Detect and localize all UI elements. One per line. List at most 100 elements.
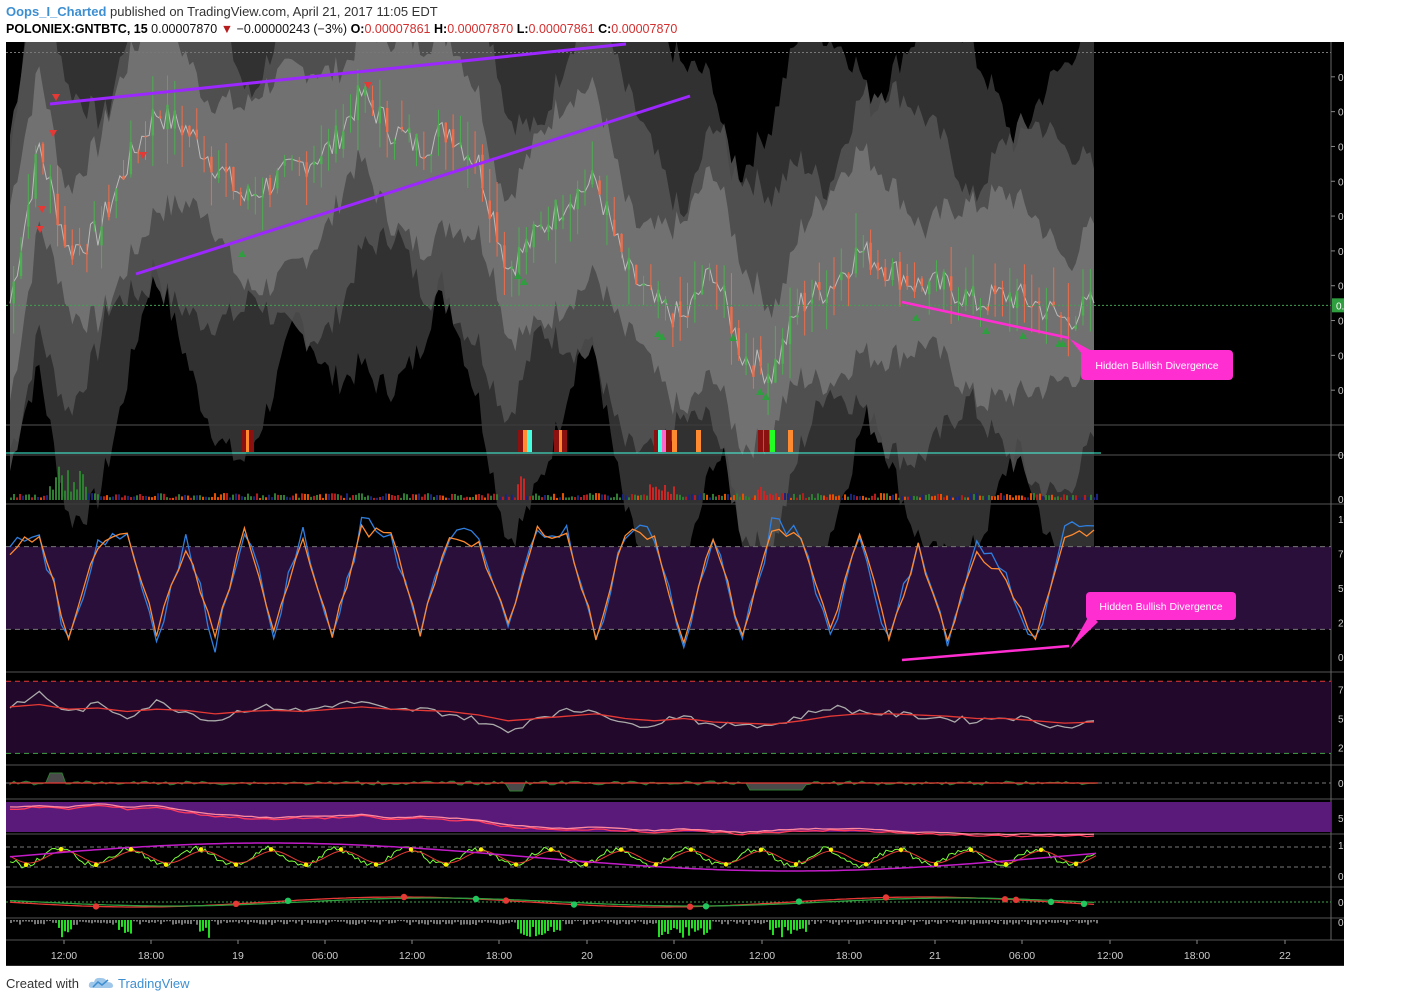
candle bbox=[422, 156, 426, 159]
volume-bar bbox=[376, 497, 378, 500]
histogram-bar bbox=[493, 920, 495, 924]
volume-bar bbox=[622, 494, 624, 500]
volume-bar bbox=[307, 494, 309, 500]
volume-bar bbox=[721, 495, 723, 500]
histogram-bar bbox=[904, 920, 906, 924]
histogram-bar bbox=[838, 920, 840, 925]
volume-bar bbox=[787, 493, 789, 500]
volume-bar bbox=[757, 489, 759, 500]
histogram-bar bbox=[976, 920, 978, 924]
histogram-bar bbox=[136, 920, 138, 922]
histogram-bar bbox=[1015, 920, 1017, 924]
publish-info: Oops_I_Charted published on TradingView.… bbox=[6, 4, 438, 19]
histogram-bar bbox=[376, 920, 378, 923]
histogram-bar bbox=[1012, 920, 1014, 925]
author-link[interactable]: Oops_I_Charted bbox=[6, 4, 106, 19]
volume-bar bbox=[766, 495, 768, 500]
volume-bar bbox=[382, 496, 384, 500]
candle bbox=[576, 189, 579, 210]
signals-dot bbox=[882, 894, 890, 901]
histogram-bar bbox=[232, 920, 234, 923]
histogram-bar bbox=[682, 920, 684, 938]
histogram-bar bbox=[43, 920, 45, 925]
volume-bar bbox=[481, 495, 483, 500]
histogram-bar bbox=[748, 920, 750, 925]
chart-canvas[interactable]: 0.00009200 0.00009000 0.00008800 0.00008600… bbox=[6, 42, 1344, 966]
histogram-bar bbox=[49, 920, 51, 922]
time-tick-label: 06:00 bbox=[1009, 950, 1035, 962]
volume-bar bbox=[535, 493, 537, 500]
histogram-bar bbox=[607, 920, 609, 924]
histogram-bar bbox=[373, 920, 375, 923]
histogram-bar bbox=[382, 920, 384, 922]
histogram-bar bbox=[955, 920, 957, 922]
histogram-bar bbox=[106, 920, 108, 924]
histogram-bar bbox=[448, 920, 450, 924]
histogram-bar bbox=[460, 920, 462, 925]
histogram-bar bbox=[727, 920, 729, 925]
volume-bar bbox=[1015, 495, 1017, 500]
price-tick-label: 0.00008800 bbox=[1338, 142, 1344, 153]
histogram-bar bbox=[718, 920, 720, 922]
volume-bar bbox=[256, 493, 258, 500]
candle bbox=[144, 136, 147, 138]
histogram-bar bbox=[424, 920, 426, 925]
tradingview-brand[interactable]: TradingView bbox=[118, 976, 190, 991]
volume-bar bbox=[346, 493, 348, 500]
volume-bar bbox=[781, 493, 783, 500]
histogram-bar bbox=[757, 920, 759, 923]
volume-bar bbox=[631, 494, 633, 500]
histogram-bar bbox=[568, 920, 570, 924]
histogram-bar bbox=[178, 920, 180, 924]
volume-bar bbox=[262, 495, 264, 500]
histogram-bar bbox=[247, 920, 249, 925]
histogram-bar bbox=[709, 920, 711, 930]
volume-bar bbox=[559, 497, 561, 500]
volume-bar bbox=[199, 495, 201, 500]
candle bbox=[605, 201, 609, 215]
candle bbox=[34, 154, 37, 199]
signals-dot bbox=[686, 903, 694, 910]
candle bbox=[591, 170, 594, 185]
volume-bar bbox=[859, 496, 861, 500]
volume-bar bbox=[52, 489, 54, 500]
histogram-bar bbox=[895, 920, 897, 922]
volume-bar bbox=[310, 496, 312, 500]
candle bbox=[788, 316, 792, 345]
volume-bar bbox=[280, 494, 282, 500]
candle bbox=[657, 289, 660, 302]
histogram-bar bbox=[664, 920, 666, 932]
histogram-bar bbox=[1057, 920, 1059, 923]
histogram-bar bbox=[367, 920, 369, 922]
histogram-bar bbox=[658, 920, 660, 938]
volume-bar bbox=[778, 497, 780, 500]
histogram-bar bbox=[256, 920, 258, 923]
candle bbox=[986, 306, 989, 311]
volume-bar bbox=[208, 497, 210, 500]
histogram-bar bbox=[613, 920, 615, 924]
created-with-text: Created with bbox=[6, 976, 79, 991]
histogram-bar bbox=[319, 920, 321, 924]
histogram-bar bbox=[160, 920, 162, 925]
histogram-bar bbox=[88, 920, 90, 923]
volume-bar bbox=[151, 497, 153, 500]
histogram-bar bbox=[130, 920, 132, 934]
volume-bar bbox=[1084, 494, 1086, 500]
histogram-bar bbox=[646, 920, 648, 925]
stoch-tick-label: 50.0000 bbox=[1338, 584, 1344, 595]
volume-bar bbox=[526, 495, 528, 500]
histogram-bar bbox=[943, 920, 945, 922]
histogram-bar bbox=[586, 920, 588, 925]
volume-bar bbox=[922, 494, 924, 500]
histogram-bar bbox=[901, 920, 903, 925]
histogram-bar bbox=[751, 920, 753, 922]
price-tick-label: 0.00007600 bbox=[1338, 351, 1344, 362]
volume-bar bbox=[676, 494, 678, 500]
candle bbox=[188, 125, 191, 137]
candle bbox=[210, 156, 213, 173]
histogram-bar bbox=[829, 920, 831, 923]
volume-bar bbox=[628, 497, 630, 500]
histogram-bar bbox=[166, 920, 168, 922]
volume-bar bbox=[205, 496, 207, 500]
histogram-bar bbox=[787, 920, 789, 931]
